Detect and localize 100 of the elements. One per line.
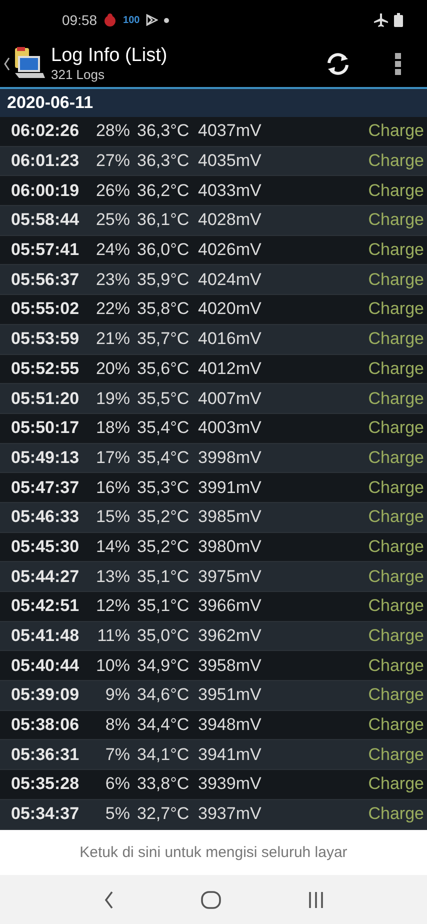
log-time: 05:35:28 [11,774,80,794]
back-nav-icon[interactable] [104,890,114,908]
temperature: 35,0°C [137,626,190,646]
voltage: 4007mV [198,388,262,409]
battery-percent: 11% [96,626,130,646]
log-time: 05:49:13 [11,448,80,468]
log-row[interactable]: 05:42:51 12% 35,1°C 3966mV Charge [0,592,427,622]
log-time: 05:39:09 [11,685,80,706]
log-row[interactable]: 05:53:59 21% 35,7°C 4016mV Charge [0,324,427,354]
charge-status: Charge [368,329,424,350]
log-row[interactable]: 05:55:02 22% 35,8°C 4020mV Charge [0,295,427,325]
log-row[interactable]: 05:46:33 15% 35,2°C 3985mV Charge [0,502,427,533]
log-row[interactable]: 05:58:44 25% 36,1°C 4028mV Charge [0,206,427,236]
voltage: 3958mV [198,656,262,676]
voltage: 4037mV [198,121,262,142]
battery-percent: 28% [94,121,130,142]
battery-percent: 21% [94,329,130,350]
log-row[interactable]: 05:36:31 7% 34,1°C 3941mV Charge [0,740,427,770]
charge-status: Charge [368,240,424,260]
charge-status: Charge [368,804,424,824]
log-time: 05:56:37 [11,270,80,290]
voltage: 3975mV [198,566,262,587]
log-row[interactable]: 06:00:19 26% 36,2°C 4033mV Charge [0,176,427,206]
log-time: 05:57:41 [11,240,80,260]
log-row[interactable]: 05:56:37 23% 35,9°C 4024mV Charge [0,265,427,296]
battery-percent: 6% [104,774,130,794]
voltage: 3941mV [198,744,262,765]
more-options-icon[interactable] [395,52,401,74]
voltage: 4024mV [198,270,262,290]
date-text: 2020-06-11 [7,93,94,113]
temperature: 32,7°C [137,804,190,824]
charge-status: Charge [368,418,424,438]
log-time: 06:02:26 [11,121,80,142]
battery-percent: 15% [94,507,130,528]
temperature: 35,2°C [137,536,190,557]
temperature: 35,1°C [137,596,190,616]
log-time: 05:41:48 [11,626,80,646]
recent-apps-icon[interactable] [308,892,324,908]
battery-percent: 25% [94,210,130,230]
temperature: 36,3°C [137,151,190,172]
log-row[interactable]: 05:45:30 14% 35,2°C 3980mV Charge [0,532,427,562]
temperature: 36,0°C [137,240,190,260]
log-time: 05:51:20 [11,388,80,409]
battery-percent: 18% [94,418,130,438]
log-row[interactable]: 05:49:13 17% 35,4°C 3998mV Charge [0,444,427,474]
battery-percent: 13% [94,566,130,587]
battery-percent: 14% [94,536,130,557]
log-row[interactable]: 05:40:44 10% 34,9°C 3958mV Charge [0,651,427,682]
log-row[interactable]: 05:44:27 13% 35,1°C 3975mV Charge [0,562,427,592]
charge-status: Charge [368,151,424,172]
charge-status: Charge [368,566,424,587]
voltage: 4012mV [198,358,262,379]
battery-percent: 23% [94,270,130,290]
refresh-icon[interactable] [325,50,351,76]
fullscreen-banner[interactable]: Ketuk di sini untuk mengisi seluruh layar [0,830,427,875]
charge-status: Charge [368,744,424,765]
voltage: 3980mV [198,536,262,557]
log-time: 05:45:30 [11,536,80,557]
log-row[interactable]: 05:51:20 19% 35,5°C 4007mV Charge [0,384,427,414]
charge-status: Charge [368,270,424,290]
log-row[interactable]: 05:34:37 5% 32,7°C 3937mV Charge [0,800,427,830]
log-time: 05:38:06 [11,715,80,736]
log-time: 05:55:02 [11,299,80,320]
charge-status: Charge [368,715,424,736]
log-row[interactable]: 05:41:48 11% 35,0°C 3962mV Charge [0,622,427,652]
log-count: 321 Logs [51,67,106,82]
battery-level-text: 100 [123,14,140,26]
temperature: 35,3°C [137,478,190,498]
log-row[interactable]: 05:38:06 8% 34,4°C 3948mV Charge [0,710,427,740]
charge-status: Charge [368,121,424,142]
log-time: 06:01:23 [11,151,80,172]
voltage: 4033mV [198,180,262,201]
battery-percent: 7% [104,744,130,765]
log-row[interactable]: 05:57:41 24% 36,0°C 4026mV Charge [0,236,427,266]
temperature: 35,6°C [137,358,190,379]
log-time: 05:52:55 [11,358,80,379]
voltage: 4016mV [198,329,262,350]
log-row[interactable]: 06:01:23 27% 36,3°C 4035mV Charge [0,146,427,176]
temperature: 35,4°C [137,448,190,468]
charge-status: Charge [368,536,424,557]
voltage: 3951mV [198,685,262,706]
log-time: 05:47:37 [11,478,80,498]
temperature: 36,3°C [137,121,190,142]
back-icon[interactable] [4,56,10,70]
log-row[interactable]: 05:52:55 20% 35,6°C 4012mV Charge [0,354,427,384]
log-row[interactable]: 05:35:28 6% 33,8°C 3939mV Charge [0,770,427,800]
voltage: 3937mV [198,804,262,824]
voltage: 4028mV [198,210,262,230]
log-time: 05:53:59 [11,329,80,350]
home-icon[interactable] [200,890,220,908]
charge-status: Charge [368,626,424,646]
airplane-icon [374,13,388,27]
log-row[interactable]: 06:02:26 28% 36,3°C 4037mV Charge [0,117,427,147]
charge-status: Charge [368,388,424,409]
charge-status: Charge [368,774,424,794]
battery-percent: 17% [94,448,130,468]
log-row[interactable]: 05:39:09 9% 34,6°C 3951mV Charge [0,681,427,711]
log-row[interactable]: 05:50:17 18% 35,4°C 4003mV Charge [0,414,427,444]
charge-status: Charge [368,507,424,528]
log-row[interactable]: 05:47:37 16% 35,3°C 3991mV Charge [0,473,427,503]
